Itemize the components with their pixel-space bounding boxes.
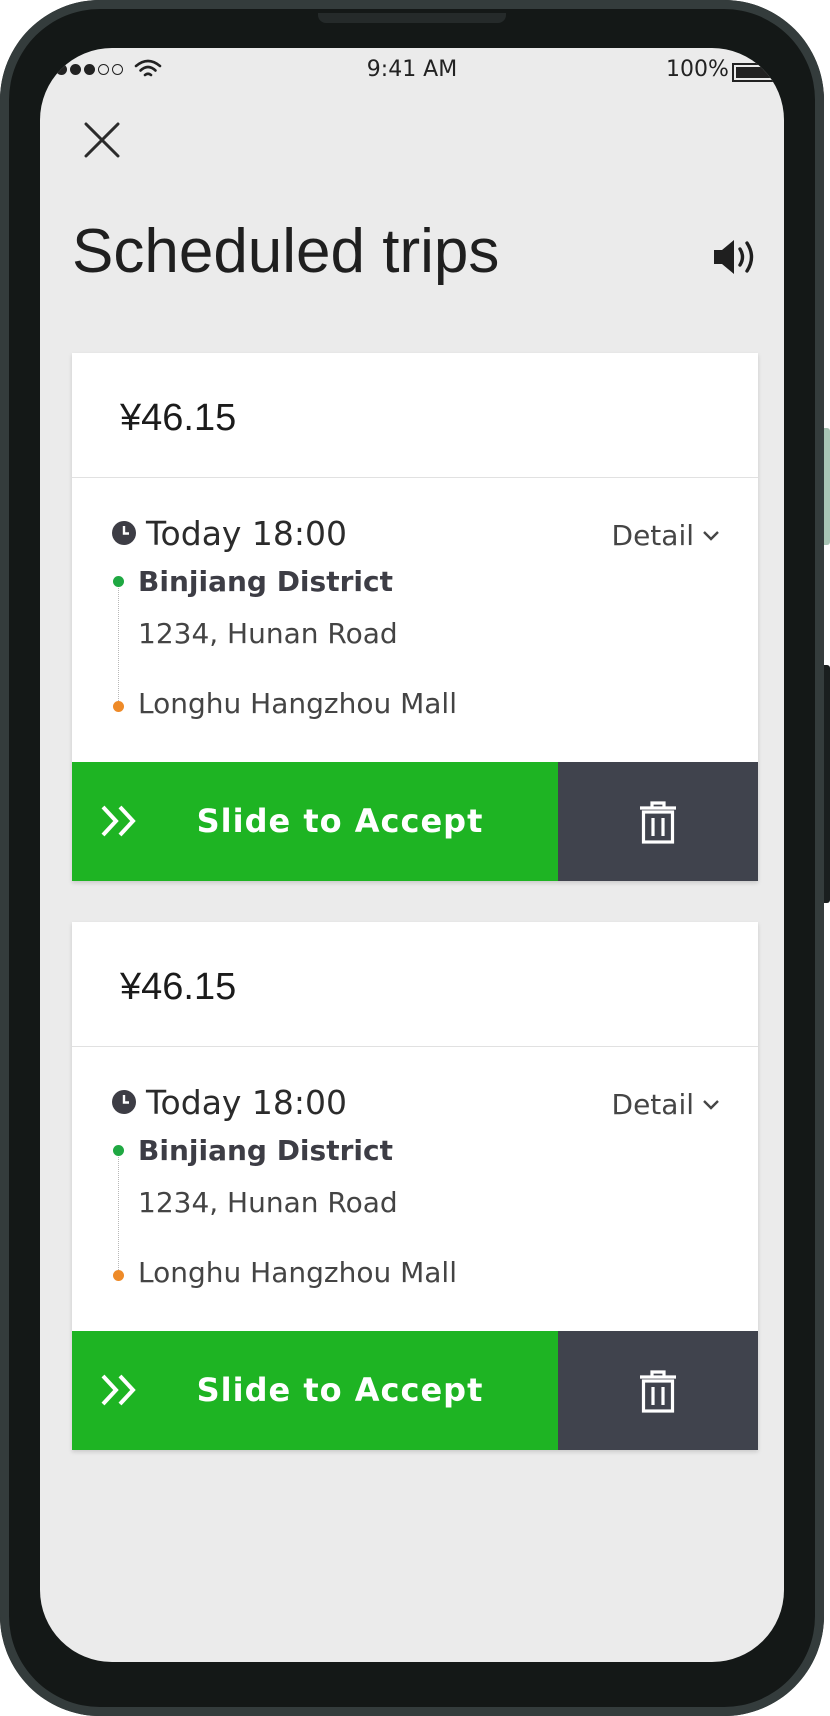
- fare-amount: ¥46.15: [120, 966, 237, 1008]
- trash-icon: [640, 1370, 676, 1413]
- battery-icon: [732, 63, 776, 82]
- power-button: [824, 665, 830, 903]
- dropoff-dot: [113, 701, 124, 712]
- delete-button[interactable]: [558, 762, 758, 881]
- sound-toggle-button[interactable]: [710, 236, 764, 278]
- slide-to-accept-button[interactable]: Slide to Accept: [72, 762, 558, 881]
- delete-button[interactable]: [558, 1331, 758, 1450]
- route-line: [118, 1154, 119, 1278]
- chevron-down-icon: [703, 530, 719, 541]
- pickup-name: Binjiang District: [138, 1134, 393, 1167]
- battery-percentage: 100%: [666, 57, 729, 82]
- page-title: Scheduled trips: [72, 217, 500, 286]
- chevron-down-icon: [703, 1099, 719, 1110]
- dropoff-name: Longhu Hangzhou Mall: [138, 1256, 457, 1289]
- dropoff-dot: [113, 1270, 124, 1281]
- divider: [72, 477, 758, 478]
- detail-label: Detail: [611, 1088, 694, 1121]
- detail-label: Detail: [611, 519, 694, 552]
- fare-amount: ¥46.15: [120, 397, 237, 439]
- app-screen: 9:41 AM 100% Scheduled trips ¥46.15 Toda…: [40, 48, 784, 1662]
- time-label: Today 18:00: [146, 513, 348, 553]
- time-label: Today 18:00: [146, 1082, 348, 1122]
- divider: [72, 1046, 758, 1047]
- speaker-notch: [318, 13, 506, 23]
- route-line: [118, 585, 119, 709]
- close-icon: [84, 122, 120, 158]
- pickup-name: Binjiang District: [138, 565, 393, 598]
- trash-icon: [640, 801, 676, 844]
- accept-label: Slide to Accept: [196, 1371, 484, 1409]
- detail-toggle[interactable]: Detail: [612, 519, 720, 552]
- close-button[interactable]: [80, 118, 124, 162]
- side-button: [824, 428, 830, 545]
- status-bar: 9:41 AM 100%: [40, 48, 784, 92]
- slide-to-accept-button[interactable]: Slide to Accept: [72, 1331, 558, 1450]
- pickup-dot: [113, 576, 124, 587]
- detail-toggle[interactable]: Detail: [612, 1088, 720, 1121]
- dropoff-name: Longhu Hangzhou Mall: [138, 687, 457, 720]
- speaker-icon: [714, 240, 754, 274]
- trip-card: ¥46.15 Today 18:00 Detail Binjiang Distr…: [72, 353, 758, 881]
- pickup-dot: [113, 1145, 124, 1156]
- accept-label: Slide to Accept: [196, 802, 484, 840]
- pickup-address: 1234, Hunan Road: [138, 617, 398, 650]
- scheduled-time: Today 18:00: [112, 513, 347, 553]
- clock-icon: [112, 1090, 136, 1114]
- clock-icon: [112, 521, 136, 545]
- scheduled-time: Today 18:00: [112, 1082, 347, 1122]
- trip-card: ¥46.15 Today 18:00 Detail Binjiang Distr…: [72, 922, 758, 1450]
- pickup-address: 1234, Hunan Road: [138, 1186, 398, 1219]
